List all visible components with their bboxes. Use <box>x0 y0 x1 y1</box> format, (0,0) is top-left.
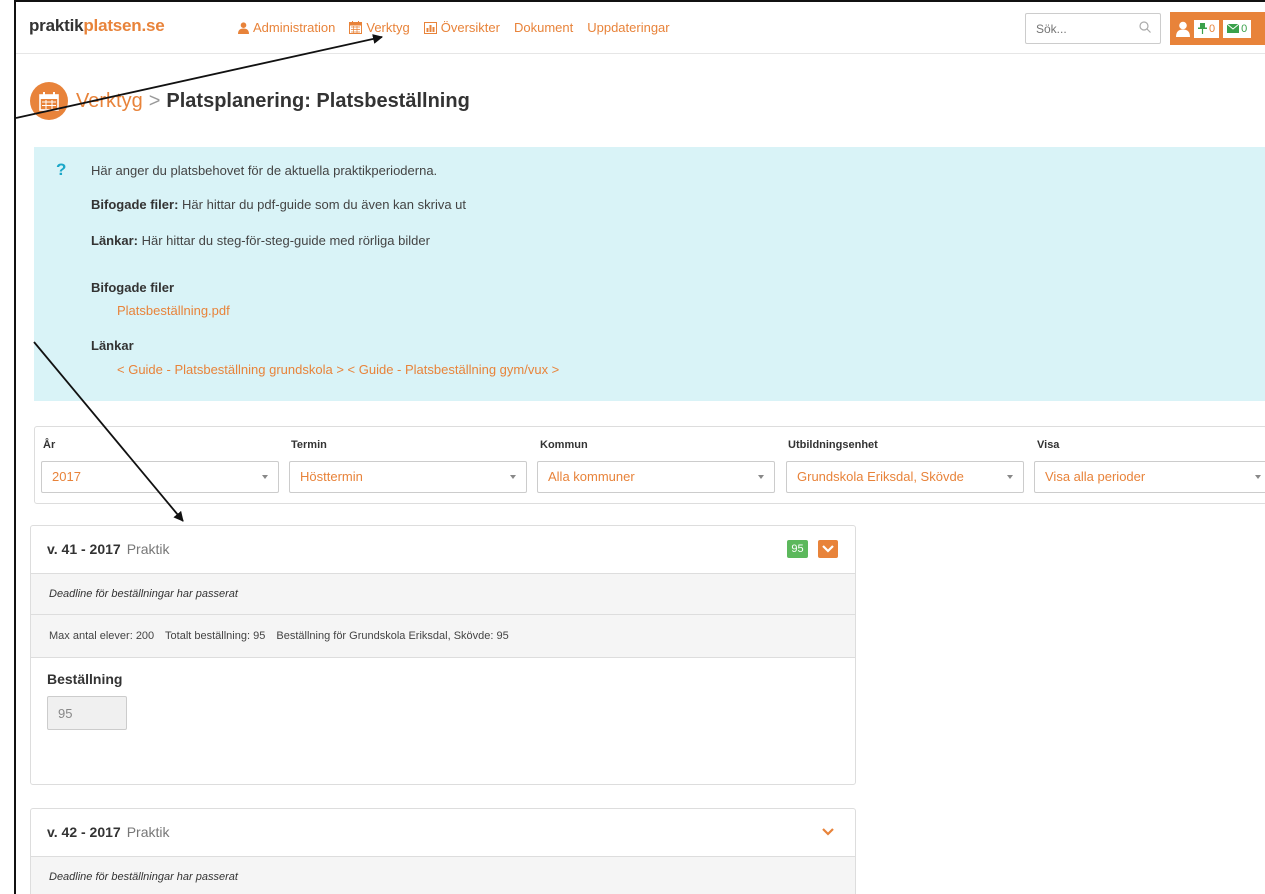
term-select[interactable]: Hösttermin <box>289 461 527 493</box>
links-heading: Länkar <box>91 338 134 353</box>
caret-down-icon <box>1255 475 1261 479</box>
info-links-line: Länkar: Här hittar du steg-för-steg-guid… <box>91 233 430 248</box>
search-input[interactable] <box>1026 14 1126 43</box>
nav-administration[interactable]: Administration <box>238 20 335 35</box>
period-stats: Max antal elever: 200 Totalt beställning… <box>31 615 855 658</box>
year-select[interactable]: 2017 <box>41 461 279 493</box>
nav-verktyg[interactable]: Verktyg <box>349 20 410 35</box>
filter-label-municipality: Kommun <box>540 439 588 451</box>
period-card: v. 42 - 2017 Praktik Deadline för beställ… <box>30 808 856 894</box>
period-card: v. 41 - 2017 Praktik 95 Deadline för best… <box>30 525 856 785</box>
question-icon: ? <box>56 160 67 179</box>
filter-label-term: Termin <box>291 439 327 451</box>
caret-down-icon <box>262 475 268 479</box>
mail-counter[interactable]: 0 <box>1223 19 1252 38</box>
period-title: v. 41 - 2017 Praktik <box>47 541 170 557</box>
search-box <box>1025 13 1161 44</box>
top-navbar: praktikplatsen.se Administration Verktyg… <box>16 2 1265 54</box>
calendar-icon <box>30 82 68 120</box>
info-files-line: Bifogade filer: Här hittar du pdf-guide … <box>91 197 467 212</box>
main-nav: Administration Verktyg Översikter Dokume… <box>238 20 670 35</box>
nav-uppdateringar[interactable]: Uppdateringar <box>587 20 669 35</box>
filter-panel: År 2017 Termin Hösttermin Kommun Alla ko… <box>34 426 1265 504</box>
attached-files-heading: Bifogade filer <box>91 280 175 295</box>
user-menu[interactable]: 0 0 <box>1170 12 1265 45</box>
nav-oversikter[interactable]: Översikter <box>423 20 500 35</box>
page-frame: praktikplatsen.se Administration Verktyg… <box>14 0 1265 894</box>
user-icon <box>238 21 249 34</box>
total-ordered: Totalt beställning: 95 <box>165 630 266 642</box>
breadcrumb-separator: > <box>148 89 161 112</box>
order-quantity-field[interactable]: 95 <box>47 696 127 730</box>
unit-select[interactable]: Grundskola Eriksdal, Skövde <box>786 461 1024 493</box>
deadline-notice: Deadline för beställningar har passerat <box>31 574 855 615</box>
order-label: Beställning <box>47 671 123 687</box>
filter-label-show: Visa <box>1037 439 1060 451</box>
help-info-box: ? Här anger du platsbehovet för de aktue… <box>34 147 1265 401</box>
expand-toggle[interactable] <box>818 823 838 841</box>
page-title-text: Platsplanering: Platsbeställning <box>166 89 470 112</box>
chevron-down-icon <box>822 545 834 553</box>
caret-down-icon <box>758 475 764 479</box>
chevron-down-icon <box>822 828 834 836</box>
guide-link-grundskola[interactable]: < Guide - Platsbeställning grundskola > <box>117 362 344 377</box>
collapse-toggle[interactable] <box>818 540 838 558</box>
guide-links: < Guide - Platsbeställning grundskola > … <box>117 362 559 377</box>
info-intro: Här anger du platsbehovet för de aktuell… <box>91 163 438 178</box>
page-title: Verktyg > Platsplanering: Platsbeställni… <box>76 90 470 113</box>
caret-down-icon <box>510 475 516 479</box>
filter-label-year: År <box>43 439 56 451</box>
pin-icon <box>1198 23 1207 34</box>
municipality-select[interactable]: Alla kommuner <box>537 461 775 493</box>
envelope-icon <box>1227 24 1240 33</box>
bar-chart-icon <box>423 21 437 34</box>
breadcrumb-verktyg[interactable]: Verktyg <box>76 90 143 113</box>
caret-down-icon <box>1007 475 1013 479</box>
user-icon[interactable] <box>1176 21 1190 37</box>
order-count-badge: 95 <box>787 540 808 558</box>
period-card-header[interactable]: v. 42 - 2017 Praktik <box>31 809 855 857</box>
filter-label-unit: Utbildningsenhet <box>788 439 878 451</box>
show-select[interactable]: Visa alla perioder <box>1034 461 1265 493</box>
deadline-notice: Deadline för beställningar har passerat <box>31 857 855 894</box>
period-title: v. 42 - 2017 Praktik <box>47 824 170 840</box>
page-header: Verktyg > Platsplanering: Platsbeställni… <box>30 82 470 120</box>
nav-dokument[interactable]: Dokument <box>514 20 573 35</box>
max-students: Max antal elever: 200 <box>49 630 155 642</box>
attached-file-link[interactable]: Platsbeställning.pdf <box>117 303 230 318</box>
guide-link-gymvux[interactable]: < Guide - Platsbeställning gym/vux > <box>348 362 560 377</box>
site-logo[interactable]: praktikplatsen.se <box>29 16 165 36</box>
calendar-icon <box>349 21 363 34</box>
search-icon[interactable] <box>1139 21 1151 33</box>
period-card-header[interactable]: v. 41 - 2017 Praktik 95 <box>31 526 855 574</box>
unit-order: Beställning för Grundskola Eriksdal, Skö… <box>276 630 509 642</box>
pin-counter[interactable]: 0 <box>1194 19 1220 38</box>
